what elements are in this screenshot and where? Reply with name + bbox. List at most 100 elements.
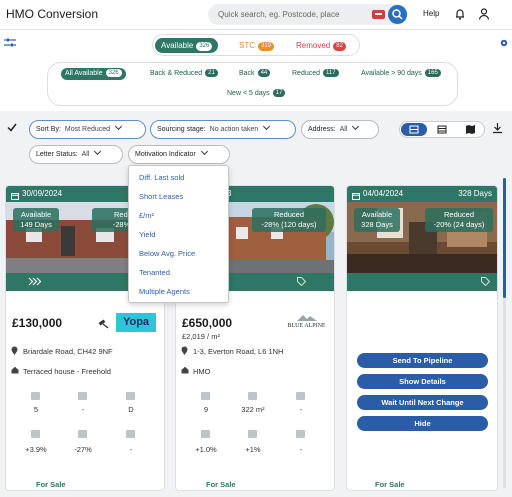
subtab-back[interactable]: Back 44 (235, 68, 274, 80)
compare-icon (78, 430, 87, 438)
search-input[interactable] (218, 4, 368, 25)
card-header: 04/04/2024 328 Days (347, 186, 497, 202)
letter-status-select[interactable]: Letter Status: All (29, 145, 123, 164)
table-icon (437, 125, 447, 134)
search-icon (392, 9, 403, 20)
grid-view-button[interactable] (401, 123, 427, 136)
motivation-dropdown: Diff. Last sold Short Leases £/m² Yield … (128, 165, 229, 303)
property-card[interactable]: 04/04/2024 328 Days Available 328 Days Re… (346, 185, 498, 491)
download-icon[interactable] (492, 122, 503, 136)
app-title: HMO Conversion (6, 7, 99, 21)
list-view-button[interactable] (429, 123, 455, 136)
subtab-new-5[interactable]: New < 5 days 17 (223, 88, 289, 100)
card-status: For Sale (375, 480, 405, 489)
card-address: 1-3, Everton Road, L6 1NH (193, 347, 284, 356)
percent-icon (296, 430, 305, 438)
stat-diff: -27% (74, 445, 92, 454)
gear-icon[interactable] (499, 38, 509, 50)
subtab-back-reduced[interactable]: Back & Reduced 21 (146, 68, 222, 80)
card-price-per-m2: £2,019 / m² (182, 332, 220, 341)
house-icon (11, 366, 19, 376)
chevron-down-icon (352, 122, 360, 131)
reduced-pill: Reduced -28% (120 days) (252, 208, 326, 232)
available-pill: Available 328 Days (354, 208, 400, 232)
card-days: 328 Days (458, 189, 492, 198)
stat-diff: +1% (245, 445, 261, 454)
search-button[interactable] (388, 5, 407, 24)
motivation-indicator-select[interactable]: Motivation Indicator (128, 145, 230, 164)
send-to-pipeline-button[interactable]: Send To Pipeline (357, 353, 488, 368)
option-below-avg-price[interactable]: Below Avg. Price (139, 249, 195, 258)
stat-yield: +1.0% (195, 445, 217, 454)
area-icon (248, 392, 257, 400)
stat-area: 322 m² (241, 405, 265, 414)
gavel-icon (98, 317, 110, 331)
grid-icon (409, 125, 419, 134)
card-date: 04/04/2024 (363, 189, 404, 198)
alpine-logo-icon (296, 315, 317, 321)
option-multiple-agents[interactable]: Multiple Agents (139, 287, 190, 296)
epc-icon (296, 392, 305, 400)
search-box[interactable] (208, 4, 408, 25)
tag-icon[interactable] (481, 277, 491, 288)
option-short-leases[interactable]: Short Leases (139, 192, 183, 201)
area-icon (78, 392, 87, 400)
card-address: Briardale Road, CH42 9NF (23, 347, 113, 356)
help-link[interactable]: Help (423, 9, 439, 18)
location-pin-icon (11, 346, 18, 357)
stat-epc: - (299, 405, 303, 414)
option-yield[interactable]: Yield (139, 230, 155, 239)
hide-button[interactable]: Hide (357, 416, 488, 431)
scrollbar-thumb[interactable] (503, 178, 506, 298)
bed-icon (201, 392, 210, 400)
stat-other: - (129, 445, 133, 454)
sort-by-select[interactable]: Sort By: Most Reduced (29, 120, 146, 139)
card-footer-bar (347, 273, 497, 291)
wait-until-next-change-button[interactable]: Wait Until Next Change (357, 395, 488, 410)
sub-tabs: All Available 326 Back & Reduced 21 Back 44… (47, 62, 458, 106)
option-diff-last-sold[interactable]: Diff. Last sold (139, 173, 184, 182)
stat-yield: +3.9% (25, 445, 47, 454)
show-details-button[interactable]: Show Details (357, 374, 488, 389)
stat-bedrooms: 9 (203, 405, 209, 414)
tag-icon[interactable] (297, 277, 307, 288)
reduced-pill: Reduced -20% (24 days) (425, 208, 493, 232)
card-property-type: Terraced house - Freehold (23, 367, 111, 376)
house-icon (181, 366, 189, 376)
stat-epc: D (128, 405, 134, 414)
stat-bedrooms: 5 (33, 405, 39, 414)
bell-icon[interactable] (453, 7, 467, 21)
user-icon[interactable] (477, 7, 491, 21)
card-property-type: HMO (193, 367, 211, 376)
coins-icon (201, 430, 210, 438)
subtab-available-90[interactable]: Available > 90 days 165 (357, 68, 445, 80)
agent-logo: Yopa (116, 313, 156, 332)
chevrons-icon[interactable] (28, 277, 42, 288)
bed-icon (31, 392, 40, 400)
option-price-per-m2[interactable]: £/m² (139, 211, 154, 220)
check-icon[interactable] (7, 123, 17, 134)
card-status: For Sale (36, 480, 66, 489)
agent-logo: BLUE ALPINE (284, 314, 329, 329)
card-date: 30/09/2024 (22, 189, 63, 198)
filter-sliders-icon[interactable] (4, 38, 16, 50)
subtab-reduced[interactable]: Reduced 117 (288, 68, 343, 80)
chevron-down-icon (263, 122, 271, 131)
map-view-button[interactable] (457, 123, 483, 136)
postcode-icon[interactable] (372, 10, 385, 19)
card-status: For Sale (206, 480, 236, 489)
card-price: £650,000 (182, 316, 233, 330)
view-toggle (399, 121, 485, 138)
subtab-all-available[interactable]: All Available 326 (61, 68, 126, 80)
percent-icon (126, 430, 135, 438)
tab-removed[interactable]: Removed 82 (290, 38, 352, 53)
available-pill: Available 149 Days (13, 208, 59, 232)
address-select[interactable]: Address: All (301, 120, 379, 139)
stat-area: - (81, 405, 85, 414)
coins-icon (31, 430, 40, 438)
tab-available[interactable]: Available 326 (155, 38, 219, 53)
compare-icon (248, 430, 257, 438)
sourcing-stage-select[interactable]: Sourcing stage: No action taken (150, 120, 296, 139)
tab-stc[interactable]: STC 319 (233, 38, 280, 53)
option-tenanted[interactable]: Tenanted (139, 268, 170, 277)
